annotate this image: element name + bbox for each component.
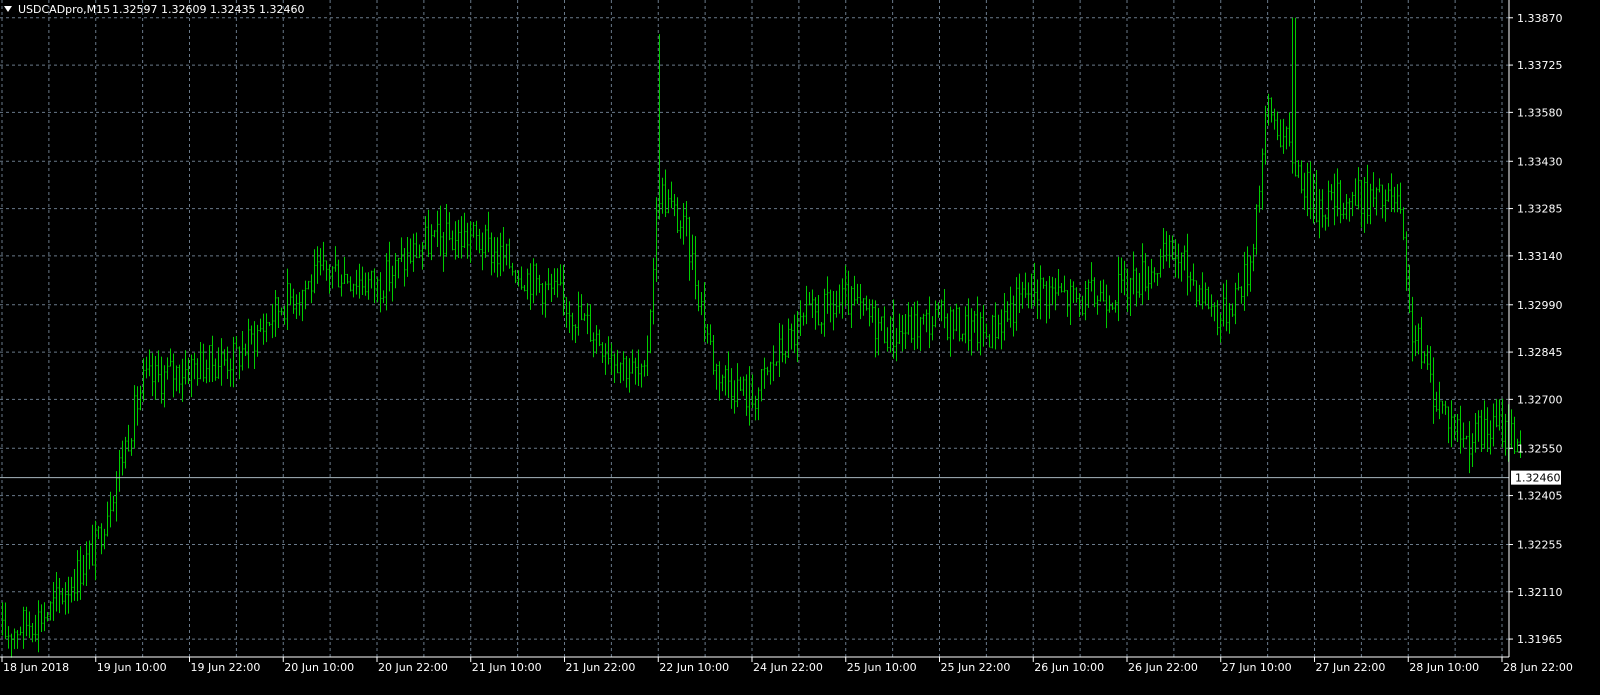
x-tick-label: 19 Jun 22:00 [191, 661, 261, 674]
x-tick-label: 28 Jun 22:00 [1503, 661, 1573, 674]
y-tick-label: 1.33580 [1517, 106, 1563, 119]
x-tick-label: 21 Jun 10:00 [472, 661, 542, 674]
y-tick-label: 1.33870 [1517, 12, 1563, 25]
current-price-label: 1.32460 [1515, 472, 1561, 485]
x-tick-label: 25 Jun 10:00 [847, 661, 917, 674]
y-tick-label: 1.32990 [1517, 299, 1563, 312]
x-tick-label: 28 Jun 10:00 [1409, 661, 1479, 674]
y-tick-label: 1.32845 [1517, 346, 1563, 359]
y-tick-label: 1.32405 [1517, 490, 1563, 503]
y-tick-label: 1.32110 [1517, 586, 1563, 599]
y-tick-label: 1.33725 [1517, 59, 1563, 72]
x-tick-label: 25 Jun 22:00 [941, 661, 1011, 674]
x-tick-label: 27 Jun 10:00 [1222, 661, 1292, 674]
x-tick-label: 21 Jun 22:00 [566, 661, 636, 674]
y-tick-label: 1.33140 [1517, 250, 1563, 263]
y-tick-label: 1.32550 [1517, 442, 1563, 455]
x-tick-label: 18 Jun 2018 [3, 661, 69, 674]
y-tick-label: 1.31965 [1517, 633, 1563, 646]
y-tick-label: 1.33430 [1517, 155, 1563, 168]
chart[interactable]: 1.32460 1.31965 1.32110 1.32255 1.32405 1.32… [0, 0, 1600, 691]
x-tick-label: 26 Jun 10:00 [1034, 661, 1104, 674]
chart-background [0, 0, 1600, 691]
price-chart-svg[interactable]: 1.32460 1.31965 1.32110 1.32255 1.32405 1.32… [0, 0, 1600, 691]
y-tick-label: 1.33285 [1517, 203, 1563, 216]
x-tick-label: 27 Jun 22:00 [1316, 661, 1386, 674]
y-tick-label: 1.32700 [1517, 393, 1563, 406]
x-tick-label: 22 Jun 10:00 [659, 661, 729, 674]
x-tick-label: 19 Jun 10:00 [97, 661, 167, 674]
x-tick-label: 24 Jun 22:00 [753, 661, 823, 674]
x-tick-label: 20 Jun 22:00 [378, 661, 448, 674]
chart-header: USDCADpro,M15 1.32597 1.32609 1.32435 1.… [4, 3, 304, 16]
y-tick-label: 1.32255 [1517, 538, 1563, 551]
ohlc-values: 1.32597 1.32609 1.32435 1.32460 [112, 3, 304, 16]
symbol-label: USDCADpro,M15 [18, 3, 110, 16]
x-tick-label: 20 Jun 10:00 [284, 661, 354, 674]
x-tick-label: 26 Jun 22:00 [1128, 661, 1198, 674]
